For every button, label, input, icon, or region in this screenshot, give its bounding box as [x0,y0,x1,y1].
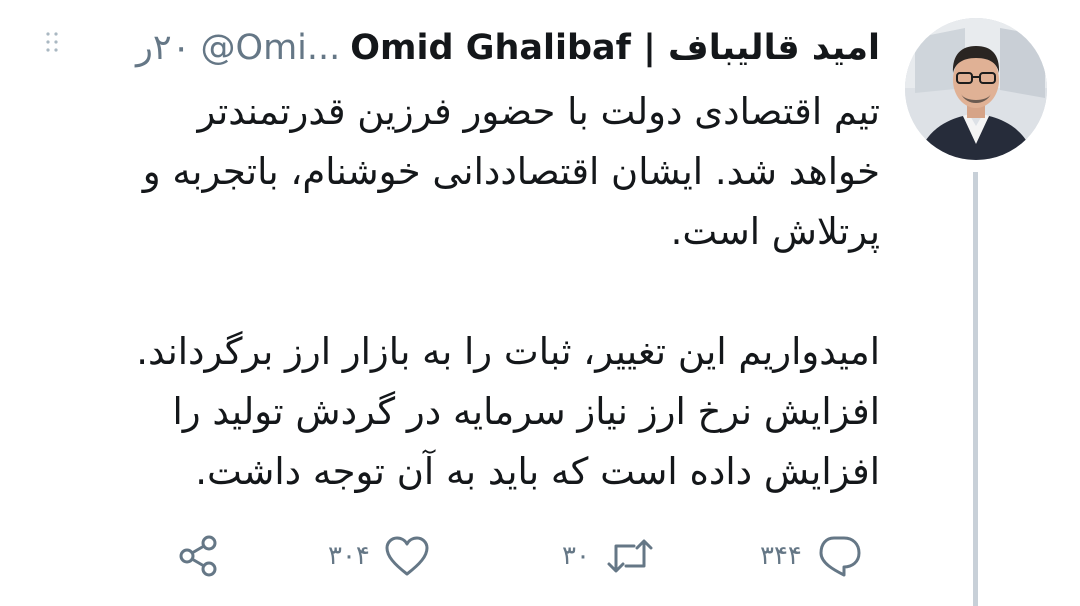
tweet-paragraph: تیم اقتصادی دولت با حضور فرزین قدرتمندتر… [142,90,880,253]
retweet-button[interactable]: ۳۰ [562,528,656,584]
author-name[interactable]: امید قالیباف | Omid Ghalibaf [350,28,880,68]
chevron-down-icon[interactable] [44,30,68,56]
tweet-body: تیم اقتصادی دولت با حضور فرزین قدرتمندتر… [70,82,880,502]
heart-icon [385,536,429,576]
retweet-count: ۳۰ [562,541,590,571]
share-icon [179,535,217,577]
tweet-actions: ۳۰۴ ۳۰ ۳۴۴ [0,528,1080,584]
share-button[interactable] [176,528,220,584]
tweet-header: امید قالیباف | Omid Ghalibaf @Omi... ۲۰ر [136,20,880,76]
reply-button[interactable]: ۳۴۴ [760,528,862,584]
tweet[interactable]: امید قالیباف | Omid Ghalibaf @Omi... ۲۰ر… [0,0,1080,606]
like-count: ۳۰۴ [328,541,370,571]
like-button[interactable]: ۳۰۴ [328,528,430,584]
tweet-timestamp[interactable]: ۲۰ر [136,28,191,68]
reply-count: ۳۴۴ [760,541,802,571]
avatar[interactable] [905,18,1047,160]
retweet-icon [607,539,653,573]
avatar-image [905,18,1047,160]
reply-icon [819,536,861,577]
tweet-paragraph: امیدواریم این تغییر، ثبات را به بازار ار… [136,330,880,493]
author-handle[interactable]: @Omi... [201,28,341,68]
